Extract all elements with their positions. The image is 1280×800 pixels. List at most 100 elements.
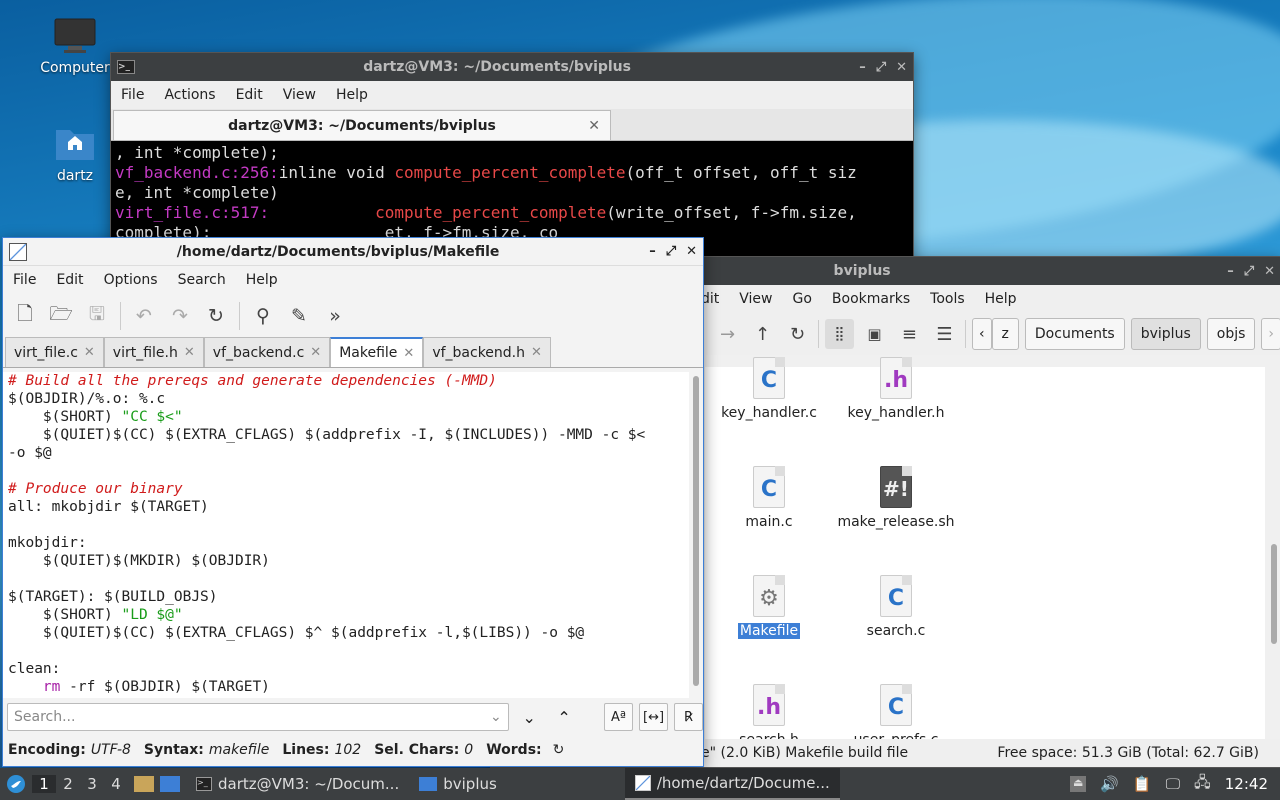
breadcrumb-item[interactable]: z [991, 318, 1019, 350]
menu-file[interactable]: File [111, 87, 154, 103]
new-file-icon[interactable]: 🗋 [9, 300, 41, 332]
file-manager-launcher-icon[interactable] [134, 776, 154, 792]
up-icon[interactable]: ↑ [748, 319, 777, 349]
save-icon[interactable]: 🖫 [81, 300, 113, 332]
tab-virt_file-h[interactable]: virt_file.h ✕ [103, 337, 204, 367]
close-icon[interactable]: ✕ [1264, 264, 1275, 279]
breadcrumb-back-icon[interactable]: ‹ [971, 318, 992, 350]
redo-icon[interactable]: ↷ [164, 300, 196, 332]
menu-help[interactable]: Help [975, 291, 1027, 307]
start-menu-icon[interactable] [0, 774, 32, 794]
thumbnail-view-icon[interactable]: ▣ [860, 319, 889, 349]
file-item[interactable]: .h key_handler.h [832, 357, 960, 421]
eject-icon[interactable]: ⏏ [1070, 776, 1087, 792]
refresh-words-icon[interactable]: ↻ [553, 742, 565, 758]
file-item[interactable]: ⚙ Makefile [705, 575, 833, 639]
breadcrumb-item[interactable]: bviplus [1130, 318, 1201, 350]
chevron-down-icon[interactable]: ⌄ [490, 709, 502, 725]
clock[interactable]: 12:42 [1225, 775, 1268, 793]
file-item[interactable]: Cmain.c [705, 466, 833, 530]
task-terminal[interactable]: >_ dartz@VM3: ~/Docum... [186, 768, 409, 800]
file-item[interactable]: Ckey_handler.c [705, 357, 833, 421]
workspace-1[interactable]: 1 [32, 775, 56, 793]
menu-view[interactable]: View [729, 291, 782, 307]
tab-vf_backend-h[interactable]: vf_backend.h ✕ [423, 337, 551, 367]
menu-actions[interactable]: Actions [154, 87, 225, 103]
breadcrumb-item[interactable]: objs [1206, 318, 1256, 350]
find-icon[interactable]: ⚲ [247, 300, 279, 332]
task-file-manager[interactable]: bviplus [409, 768, 507, 800]
encoding-value: UTF-8 [90, 742, 131, 758]
volume-icon[interactable]: 🔊 [1100, 775, 1119, 793]
file-item[interactable]: #! make_release.sh [832, 466, 960, 530]
menu-options[interactable]: Options [94, 272, 168, 288]
minimize-icon[interactable]: – [649, 244, 656, 259]
tab-virt_file-c[interactable]: virt_file.c ✕ [5, 337, 104, 367]
workspace-2[interactable]: 2 [56, 775, 80, 793]
file-grid-scrollbar[interactable] [1269, 369, 1279, 737]
minimize-icon[interactable]: – [859, 60, 866, 75]
editor-scrollbar[interactable] [691, 376, 701, 696]
desktop-icon-computer[interactable]: Computer [30, 18, 120, 76]
find-replace-icon[interactable]: ✎ [283, 300, 315, 332]
close-icon[interactable]: ✕ [686, 244, 697, 259]
file-item[interactable]: Csearch.c [832, 575, 960, 639]
sel-chars-label: Sel. Chars: [374, 742, 460, 758]
tab-makefile[interactable]: Makefile ✕ [330, 337, 424, 367]
terminal-tab[interactable]: dartz@VM3: ~/Documents/bviplus ✕ [113, 110, 611, 140]
task-editor[interactable]: /home/dartz/Docume... [624, 768, 840, 800]
reload-icon[interactable]: ↻ [783, 319, 812, 349]
undo-icon[interactable]: ↶ [128, 300, 160, 332]
menu-tools[interactable]: Tools [920, 291, 975, 307]
search-input[interactable]: Search... ⌄ [7, 703, 509, 731]
desktop-icon-home[interactable]: dartz [30, 124, 120, 184]
code-editor[interactable]: # Build all the prereqs and generate dep… [3, 372, 689, 698]
menu-help[interactable]: Help [236, 272, 288, 288]
menu-edit[interactable]: Edit [226, 87, 273, 103]
breadcrumb-item[interactable]: Documents [1024, 318, 1125, 350]
workspace-3[interactable]: 3 [80, 775, 104, 793]
menu-view[interactable]: View [273, 87, 326, 103]
more-icon[interactable]: » [319, 300, 351, 332]
show-desktop-icon[interactable] [160, 776, 180, 792]
syntax-value[interactable]: makefile [209, 742, 269, 758]
forward-icon[interactable]: → [713, 319, 742, 349]
regex-icon[interactable]: R̷ [674, 703, 703, 731]
close-icon[interactable]: ✕ [896, 60, 907, 75]
terminal-text: (write_offset, f->fm.size, [606, 203, 857, 222]
editor-titlebar[interactable]: /home/dartz/Documents/bviplus/Makefile –… [3, 238, 703, 266]
close-tab-icon[interactable]: ✕ [310, 345, 321, 360]
menu-help[interactable]: Help [326, 87, 378, 103]
maximize-icon[interactable]: ⤢ [876, 60, 886, 75]
menu-go[interactable]: Go [783, 291, 822, 307]
close-tab-icon[interactable]: ✕ [84, 345, 95, 360]
breadcrumb-forward-icon[interactable]: › [1261, 318, 1280, 350]
display-icon[interactable]: 🖵 [1166, 775, 1180, 793]
clipboard-icon[interactable]: 📋 [1133, 775, 1152, 793]
close-tab-icon[interactable]: ✕ [184, 345, 195, 360]
find-next-icon[interactable]: ⌄ [515, 703, 544, 731]
close-tab-icon[interactable]: ✕ [403, 346, 414, 361]
menu-bookmarks[interactable]: Bookmarks [822, 291, 920, 307]
terminal-titlebar[interactable]: >_ dartz@VM3: ~/Documents/bviplus – ⤢ ✕ [111, 53, 913, 81]
menu-search[interactable]: Search [168, 272, 236, 288]
reload-icon[interactable]: ↻ [200, 300, 232, 332]
maximize-icon[interactable]: ⤢ [1244, 264, 1254, 279]
maximize-icon[interactable]: ⤢ [666, 244, 676, 259]
close-tab-icon[interactable]: ✕ [588, 118, 600, 134]
whole-word-icon[interactable]: [↔] [639, 703, 669, 731]
menu-edit[interactable]: Edit [46, 272, 93, 288]
close-tab-icon[interactable]: ✕ [531, 345, 542, 360]
menu-file[interactable]: File [3, 272, 46, 288]
compact-view-icon[interactable]: ≡ [895, 319, 924, 349]
find-previous-icon[interactable]: ⌃ [550, 703, 579, 731]
editor-app-icon [9, 242, 27, 261]
detailed-view-icon[interactable]: ☰ [930, 319, 959, 349]
workspace-4[interactable]: 4 [104, 775, 128, 793]
match-case-icon[interactable]: Aª [604, 703, 634, 731]
tab-vf_backend-c[interactable]: vf_backend.c ✕ [203, 337, 331, 367]
network-icon[interactable]: 🖧 [1194, 772, 1211, 797]
open-folder-icon[interactable]: 🗁 [45, 300, 77, 332]
icon-view-icon[interactable]: ⣿ [824, 319, 854, 349]
minimize-icon[interactable]: – [1227, 264, 1234, 279]
